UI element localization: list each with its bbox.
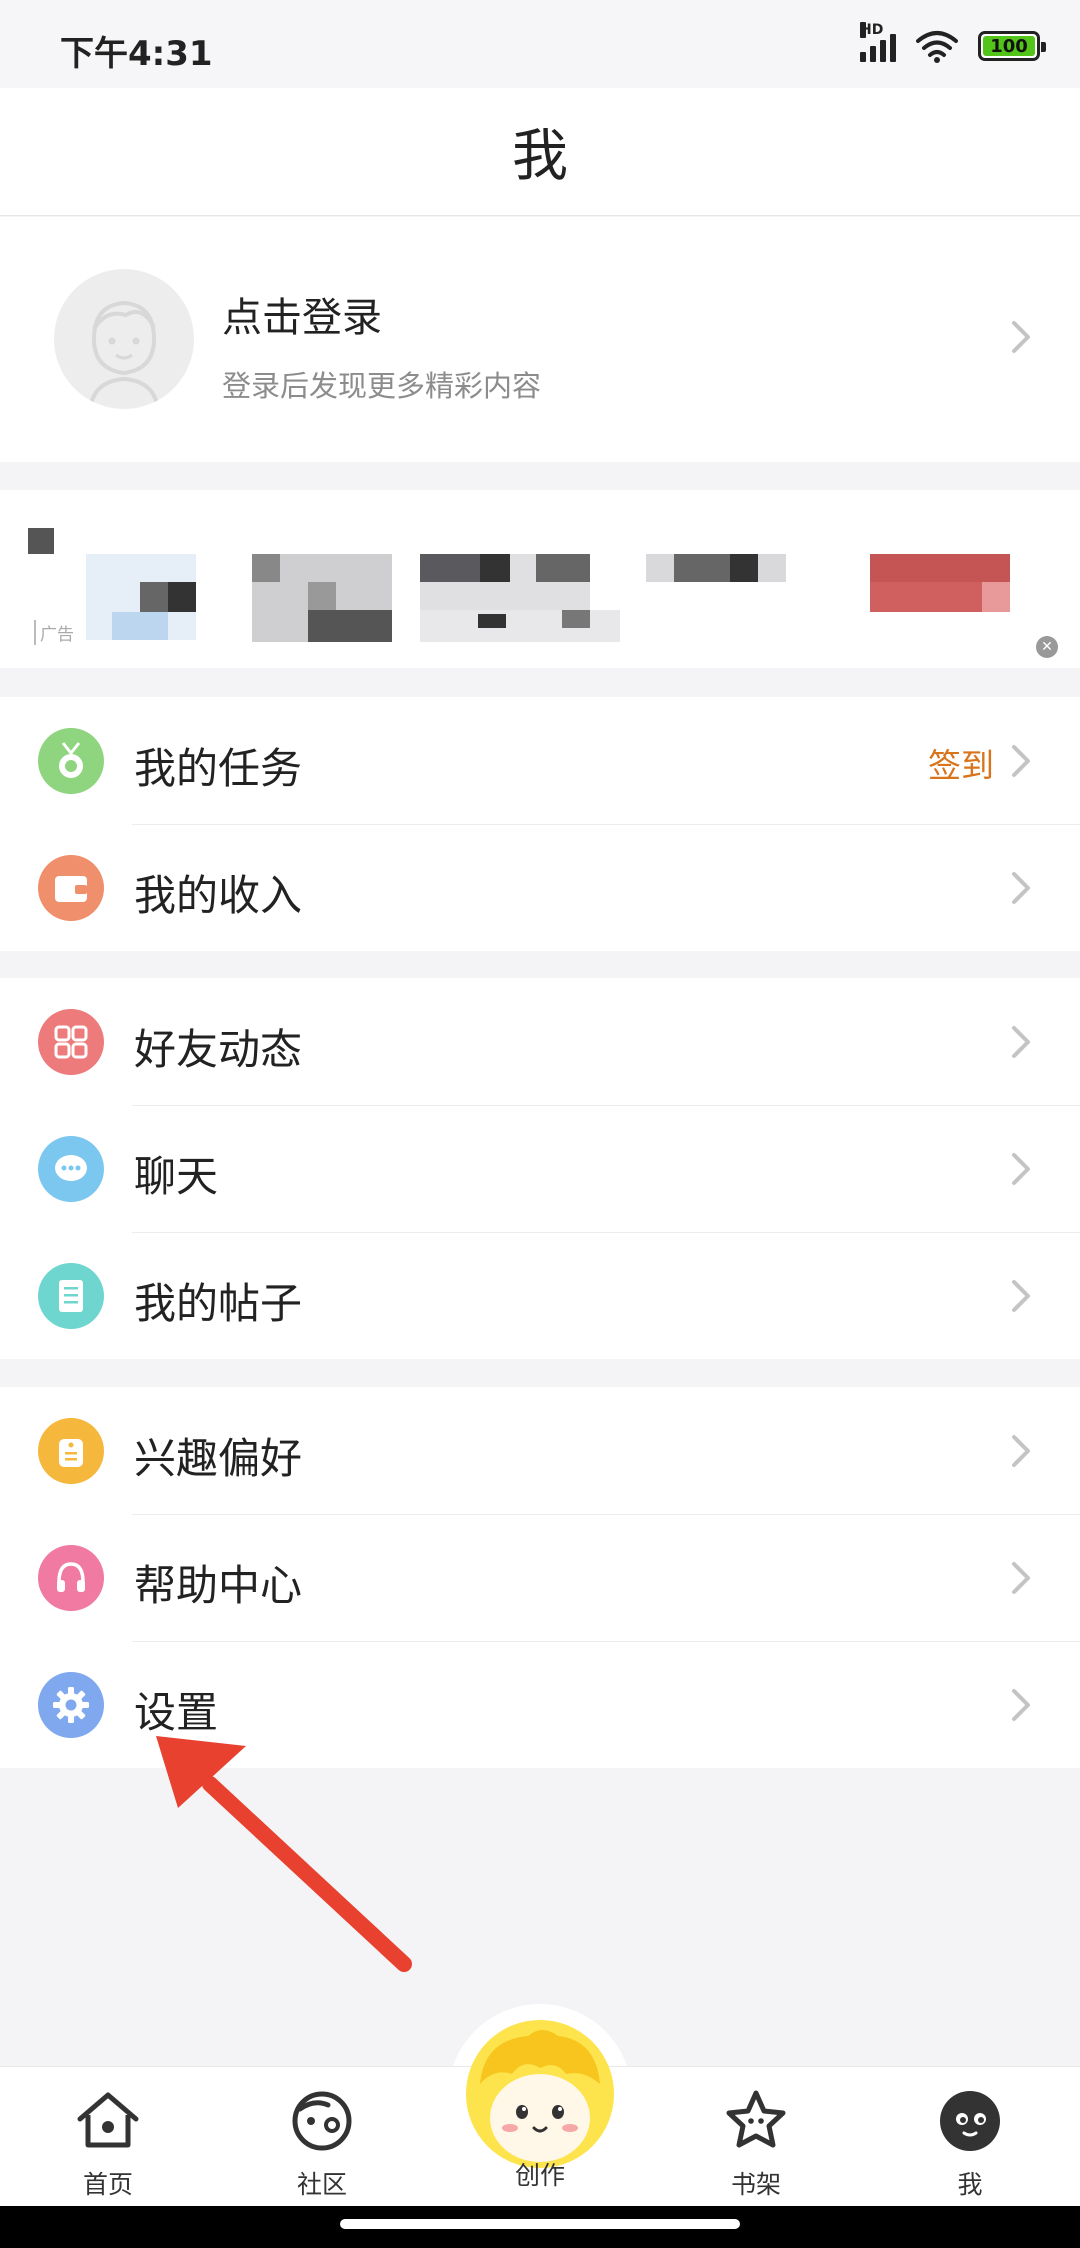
tab-create-label: 创作 (514, 2161, 565, 2190)
menu-item-tasks[interactable]: 我的任务 签到 (0, 697, 1080, 824)
document-icon (38, 1263, 104, 1329)
gear-icon (38, 1672, 104, 1738)
status-bar: 下午4:31 HD 100 (0, 0, 1080, 88)
star-bookshelf-icon (726, 2090, 786, 2148)
tab-label: 我 (957, 2170, 983, 2199)
menu-group-social: 好友动态 聊天 我的帖子 (0, 978, 1080, 1359)
menu-group-tasks: 我的任务 签到 我的收入 (0, 697, 1080, 951)
page-title: 我 (512, 124, 568, 189)
chevron-right-icon (1012, 1153, 1030, 1185)
wallet-icon (38, 855, 104, 921)
ad-close-icon[interactable]: ✕ (1036, 636, 1058, 658)
menu-item-label: 我的任务 (134, 744, 303, 793)
signal-icon: HD (860, 22, 896, 62)
chevron-right-icon (1012, 1562, 1030, 1594)
menu-item-my-posts[interactable]: 我的帖子 (0, 1232, 1080, 1359)
ad-image (0, 490, 1080, 668)
menu-item-label: 设置 (134, 1688, 219, 1737)
chevron-right-icon (1012, 1435, 1030, 1467)
chat-bubble-icon (38, 1136, 104, 1202)
tab-label: 社区 (296, 2170, 347, 2199)
tab-community[interactable]: 社区 (252, 2085, 392, 2201)
tab-label: 书架 (730, 2170, 781, 2199)
chevron-right-icon (1012, 1026, 1030, 1058)
profile-face-icon (940, 2091, 1000, 2151)
menu-item-interests[interactable]: 兴趣偏好 (0, 1387, 1080, 1514)
grid-icon (38, 1009, 104, 1075)
community-icon (292, 2091, 352, 2151)
tab-home[interactable]: 首页 (38, 2085, 178, 2201)
tab-create[interactable] (466, 2020, 614, 2168)
tag-icon (38, 1418, 104, 1484)
wifi-icon (916, 31, 958, 63)
chevron-right-icon (1012, 745, 1030, 777)
chevron-right-icon (1012, 1689, 1030, 1721)
menu-item-label: 我的帖子 (134, 1279, 303, 1328)
tab-bookshelf[interactable]: 书架 (686, 2085, 826, 2201)
chevron-right-icon (1012, 321, 1030, 353)
battery-level: 100 (990, 35, 1028, 57)
menu-item-label: 我的收入 (134, 871, 303, 920)
home-icon (77, 2092, 139, 2148)
nav-bar: 我 (0, 88, 1080, 216)
menu-item-label: 好友动态 (134, 1025, 303, 1074)
menu-item-label: 兴趣偏好 (134, 1434, 303, 1483)
headphones-icon (38, 1545, 104, 1611)
check-in-badge[interactable]: 签到 (928, 739, 994, 787)
menu-group-preferences: 兴趣偏好 帮助中心 设置 (0, 1387, 1080, 1768)
tab-label: 首页 (82, 2170, 133, 2199)
battery-icon: 100 (978, 31, 1046, 61)
ad-banner[interactable]: 广告 ✕ (0, 490, 1080, 668)
status-icons: HD 100 (860, 22, 1046, 66)
network-type-label: HD (860, 22, 884, 38)
create-mascot-icon (480, 2030, 600, 2162)
menu-item-friend-feed[interactable]: 好友动态 (0, 978, 1080, 1105)
login-subtitle: 登录后发现更多精彩内容 (222, 369, 542, 403)
home-indicator[interactable] (340, 2219, 740, 2229)
avatar[interactable] (54, 269, 194, 409)
medal-icon (38, 728, 104, 794)
ad-label: 广告 (34, 620, 74, 645)
menu-item-income[interactable]: 我的收入 (0, 824, 1080, 951)
status-time: 下午4:31 (60, 34, 213, 74)
menu-item-label: 聊天 (134, 1152, 219, 1201)
menu-item-settings[interactable]: 设置 (0, 1641, 1080, 1768)
login-title: 点击登录 (222, 295, 382, 341)
tab-me[interactable]: 我 (900, 2085, 1040, 2201)
menu-item-help-center[interactable]: 帮助中心 (0, 1514, 1080, 1641)
chevron-right-icon (1012, 1280, 1030, 1312)
menu-item-label: 帮助中心 (134, 1561, 303, 1610)
chevron-right-icon (1012, 872, 1030, 904)
login-card[interactable]: 点击登录 登录后发现更多精彩内容 (0, 217, 1080, 462)
avatar-placeholder-icon (88, 300, 160, 409)
menu-item-chat[interactable]: 聊天 (0, 1105, 1080, 1232)
